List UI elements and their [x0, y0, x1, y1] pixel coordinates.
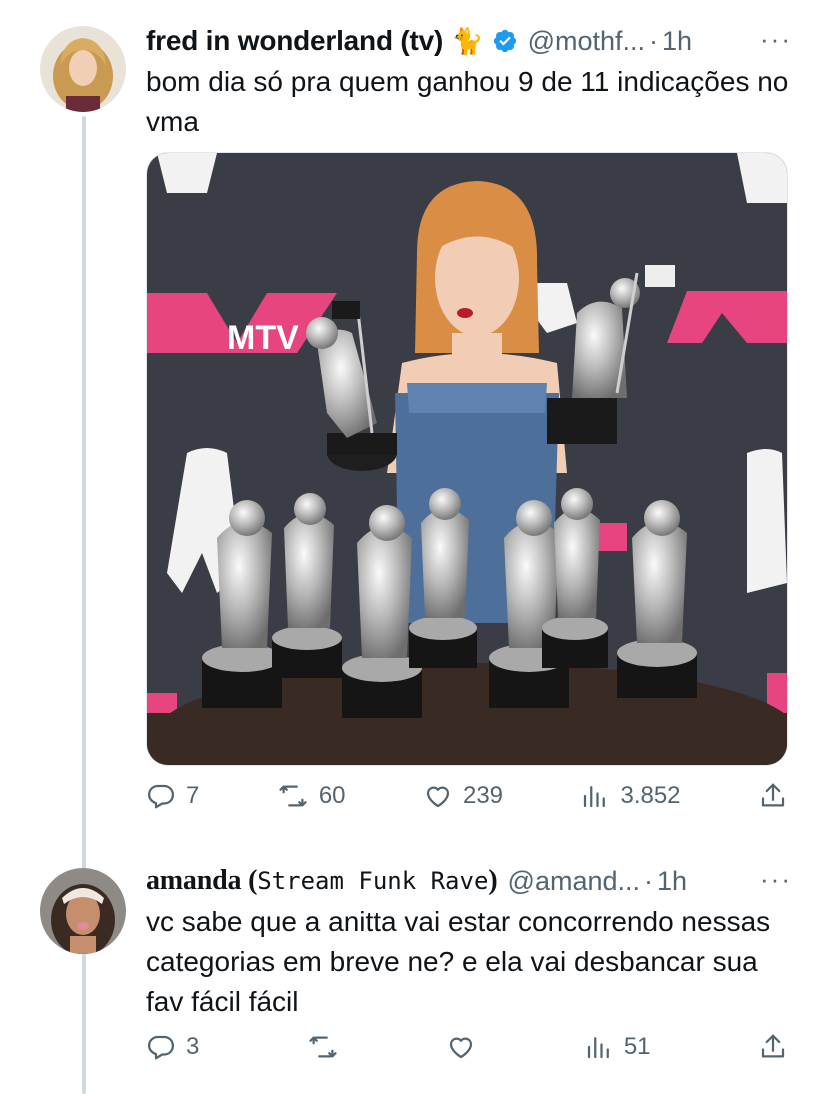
tweet-text: vc sabe que a anitta vai estar concorren…	[146, 906, 771, 1017]
reply-icon	[146, 781, 176, 811]
retweet-icon	[307, 1032, 339, 1062]
mtv-logo: MTV	[227, 319, 299, 357]
tweet-1[interactable]: fred in wonderland (tv) 🐈 @mothf... · 1h…	[146, 24, 792, 142]
retweet-count: 60	[318, 782, 346, 809]
more-icon[interactable]: ···	[760, 24, 792, 55]
avatar-amanda[interactable]	[40, 868, 126, 954]
tweet-1-actions: 7 60 239 3.852	[146, 781, 788, 811]
display-name[interactable]: amanda	[146, 865, 241, 897]
tweet-text: bom dia só pra quem ganhou 9 de 11 indic…	[146, 66, 789, 137]
avatar-fred[interactable]	[40, 26, 126, 112]
views-icon	[580, 781, 610, 811]
share-button[interactable]	[758, 1032, 788, 1062]
reply-count: 3	[186, 1033, 200, 1060]
tweet-2[interactable]: amanda ( Stream Funk Rave ) @amand... · …	[146, 864, 792, 1022]
separator: ·	[644, 865, 653, 896]
reply-button[interactable]: 7	[146, 781, 199, 811]
display-name-open: (	[241, 865, 258, 896]
retweet-icon	[277, 781, 309, 811]
reply-icon	[146, 1032, 176, 1062]
reply-count: 7	[186, 782, 200, 809]
like-button[interactable]: 239	[423, 781, 503, 811]
display-name-suffix: Stream Funk Rave	[257, 867, 489, 895]
timestamp[interactable]: 1h	[662, 26, 692, 57]
display-name[interactable]: fred in wonderland (tv)	[146, 25, 443, 57]
timestamp[interactable]: 1h	[657, 866, 687, 897]
views-button[interactable]: 3.852	[580, 781, 681, 811]
views-count: 3.852	[620, 782, 681, 809]
like-icon	[423, 781, 453, 811]
tweet-photo[interactable]: MTV	[146, 152, 788, 766]
views-icon	[584, 1032, 614, 1062]
reply-button[interactable]: 3	[146, 1032, 199, 1062]
tweet-2-header: amanda ( Stream Funk Rave ) @amand... · …	[146, 864, 792, 898]
tweet-2-actions: 3 51	[146, 1032, 788, 1062]
retweet-button[interactable]: 60	[277, 781, 346, 811]
share-button[interactable]	[758, 781, 788, 811]
like-icon	[446, 1032, 476, 1062]
more-icon[interactable]: ···	[760, 864, 792, 895]
retweet-button[interactable]	[307, 1032, 339, 1062]
share-icon	[758, 1032, 788, 1062]
verified-icon	[492, 28, 518, 54]
views-count: 51	[623, 1033, 651, 1060]
share-icon	[758, 781, 788, 811]
like-button[interactable]	[446, 1032, 476, 1062]
display-name-close: )	[488, 865, 498, 896]
like-count: 239	[462, 782, 504, 809]
handle[interactable]: @mothf...	[528, 26, 645, 57]
tweet-1-header: fred in wonderland (tv) 🐈 @mothf... · 1h	[146, 24, 792, 58]
views-button[interactable]: 51	[584, 1032, 651, 1062]
cat-emoji: 🐈	[451, 25, 484, 56]
handle[interactable]: @amand...	[508, 866, 640, 897]
separator: ·	[649, 25, 659, 56]
